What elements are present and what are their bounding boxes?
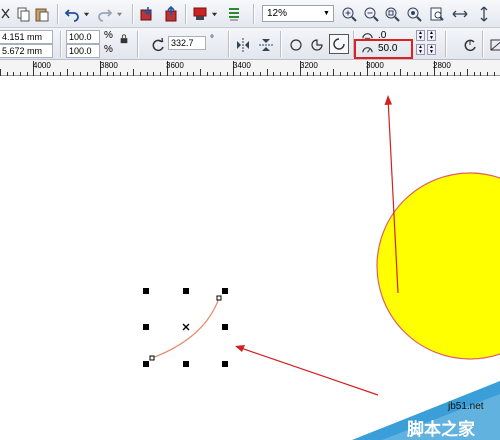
zoom-width-icon[interactable] — [451, 5, 469, 23]
arc-node[interactable] — [216, 295, 222, 301]
end-angle-spinner-alt[interactable]: ▲ ▼ — [427, 44, 436, 55]
canvas-drawing — [149, 95, 500, 440]
convert-to-curves-icon[interactable] — [488, 36, 500, 54]
toolbar-separator — [445, 31, 446, 57]
zoom-level-select[interactable]: 12% ▼ — [262, 5, 334, 22]
standard-toolbar: 12% ▼ — [0, 0, 500, 28]
start-angle-spinner-alt[interactable]: ▲ ▼ — [427, 30, 436, 41]
copy-icon[interactable] — [14, 5, 32, 23]
ruler-label: 3800 — [100, 61, 118, 70]
toolbar-separator — [482, 31, 483, 57]
property-bar: 4.151 mm 5.672 mm 100.0 100.0 % % 332.7 … — [0, 28, 500, 60]
selection-handle-br[interactable] — [222, 361, 228, 367]
publish-dropdown-icon[interactable] — [209, 5, 219, 23]
end-angle-spinner[interactable]: ▲ ▼ — [416, 44, 425, 55]
toolbar-separator — [60, 31, 61, 57]
zoom-out-icon[interactable] — [362, 5, 380, 23]
lock-ratio-icon[interactable] — [118, 30, 130, 48]
zoom-all-icon[interactable] — [405, 5, 423, 23]
ruler-label: 3600 — [166, 61, 184, 70]
toolbar-separator — [185, 4, 186, 24]
toolbar-separator — [132, 4, 133, 24]
scale-y-field[interactable]: 100.0 — [66, 44, 100, 58]
scale-x-field[interactable]: 100.0 — [66, 30, 100, 44]
toolbar-separator — [137, 31, 138, 57]
watermark-site: jb51.net — [448, 401, 484, 412]
toolbar-separator — [57, 4, 58, 24]
ruler-label: 3400 — [233, 61, 251, 70]
selection-handle-bl[interactable] — [143, 361, 149, 367]
mirror-horizontal-icon[interactable] — [234, 36, 252, 54]
scale-x-unit: % — [104, 30, 113, 41]
drawing-canvas[interactable]: jb51.net 脚本之家 — [0, 76, 500, 440]
selection-handle-tc[interactable] — [183, 288, 189, 294]
selection-handle-bc[interactable] — [183, 361, 189, 367]
ruler-label: 2800 — [433, 61, 451, 70]
selection-handle-tl[interactable] — [143, 288, 149, 294]
redo-dropdown-icon[interactable] — [114, 5, 124, 23]
zoom-in-icon[interactable] — [340, 5, 358, 23]
rotation-angle-field[interactable]: 332.7 — [168, 36, 206, 50]
start-angle-spinner[interactable]: ▲ ▼ — [416, 30, 425, 41]
pie-icon[interactable] — [308, 36, 326, 54]
redo-icon[interactable] — [96, 5, 114, 23]
center-marker-icon[interactable] — [182, 323, 190, 331]
annotation-arrowhead — [235, 345, 245, 352]
toolbar-separator — [280, 31, 281, 57]
paste-icon[interactable] — [33, 5, 51, 23]
object-y-field[interactable]: 5.672 mm — [0, 44, 53, 58]
undo-icon[interactable] — [63, 5, 81, 23]
publish-icon[interactable] — [191, 5, 209, 23]
rotation-icon — [149, 36, 167, 54]
annotation-arrow-left — [237, 346, 379, 396]
object-x-field[interactable]: 4.151 mm — [0, 30, 53, 44]
end-angle-highlight — [354, 39, 413, 59]
corel-window: 12% ▼ 4.151 mm 5.672 mm 100.0 100.0 % % … — [0, 0, 500, 440]
ruler-label: 3000 — [366, 61, 384, 70]
ruler-label: 4000 — [33, 61, 51, 70]
rotation-degree-unit: ° — [210, 34, 214, 45]
horizontal-ruler[interactable]: 4000 3800 3600 3400 3200 3000 2800 — [0, 60, 500, 76]
export-icon[interactable] — [162, 5, 180, 23]
direction-icon[interactable] — [461, 36, 479, 54]
import-icon[interactable] — [139, 5, 157, 23]
selection-handle-tr[interactable] — [222, 288, 228, 294]
watermark-text: 脚本之家 — [407, 420, 475, 439]
ruler-label: 3200 — [300, 61, 318, 70]
toolbar-separator — [253, 4, 254, 24]
zoom-selected-icon[interactable] — [383, 5, 401, 23]
arc-icon[interactable] — [329, 34, 349, 54]
zoom-height-icon[interactable] — [475, 5, 493, 23]
scale-y-unit: % — [104, 44, 113, 55]
toolbar-separator — [228, 31, 229, 57]
launcher-icon[interactable] — [225, 5, 243, 23]
zoom-page-icon[interactable] — [428, 5, 446, 23]
ellipse-icon[interactable] — [287, 36, 305, 54]
zoom-level-value: 12% — [267, 8, 288, 19]
mirror-vertical-icon[interactable] — [257, 36, 275, 54]
cut-icon[interactable] — [0, 5, 15, 23]
arc-node[interactable] — [149, 355, 155, 361]
selection-handle-mr[interactable] — [222, 324, 228, 330]
selection-handle-ml[interactable] — [143, 324, 149, 330]
annotation-arrowhead — [384, 95, 392, 105]
yellow-circle[interactable] — [376, 172, 500, 360]
undo-dropdown-icon[interactable] — [81, 5, 91, 23]
chevron-down-icon[interactable]: ▼ — [320, 6, 333, 21]
